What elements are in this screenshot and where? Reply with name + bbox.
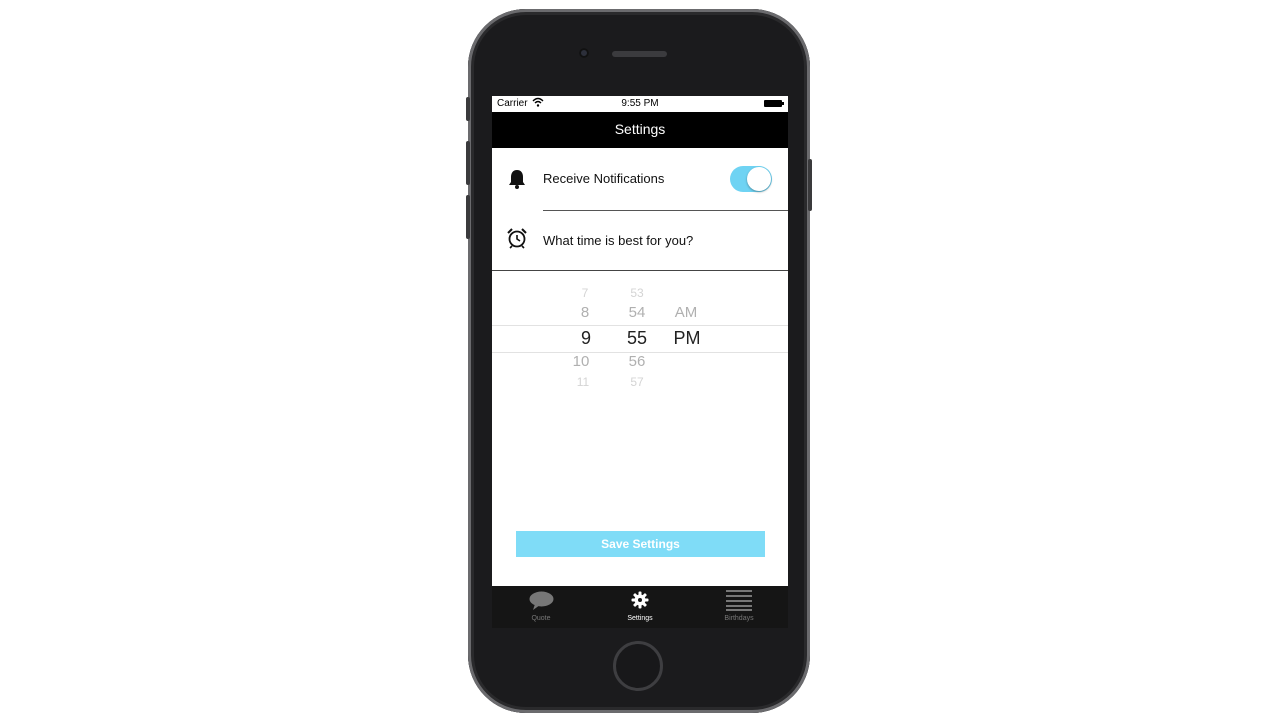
navigation-bar: Settings <box>492 112 788 148</box>
bell-icon <box>509 170 525 189</box>
picker-period-option[interactable]: AM <box>666 304 706 321</box>
home-button[interactable] <box>613 641 663 691</box>
gear-icon <box>631 591 649 609</box>
mute-switch <box>466 97 470 121</box>
volume-down-button <box>466 195 470 239</box>
picker-minute-option[interactable]: 54 <box>617 304 657 321</box>
picker-hour-option[interactable]: 8 <box>565 304 605 321</box>
app-screen: Carrier 9:55 PM Settings Receive Notific… <box>492 96 788 628</box>
tab-bar: Quote Settings Birthdays <box>492 586 788 628</box>
status-bar: Carrier 9:55 PM <box>492 96 788 112</box>
tab-settings[interactable]: Settings <box>591 586 689 628</box>
alarm-clock-icon <box>507 228 527 249</box>
picker-hour-selected[interactable]: 9 <box>566 328 606 349</box>
list-icon <box>726 590 752 611</box>
battery-icon <box>764 100 784 107</box>
picker-selection-top-line <box>492 325 788 326</box>
picker-minute-option[interactable]: 53 <box>617 286 657 300</box>
tab-quote-label: Quote <box>531 615 551 622</box>
tab-settings-label: Settings <box>627 615 653 622</box>
tab-birthdays-label: Birthdays <box>724 615 754 622</box>
picker-hour-option[interactable]: 10 <box>561 353 601 370</box>
toggle-knob <box>747 167 771 191</box>
page-title: Settings <box>614 121 666 137</box>
time-question-row: What time is best for you? <box>492 210 788 270</box>
picker-minute-option[interactable]: 56 <box>617 353 657 370</box>
picker-minute-option[interactable]: 57 <box>617 375 657 389</box>
save-settings-button[interactable]: Save Settings <box>516 531 765 557</box>
picker-hour-option[interactable]: 7 <box>565 286 605 300</box>
picker-minute-selected[interactable]: 55 <box>617 328 657 349</box>
time-picker[interactable]: 7 8 9 10 11 53 54 55 56 57 AM PM <box>492 282 788 392</box>
speech-bubble-icon <box>529 591 554 610</box>
volume-up-button <box>466 141 470 185</box>
front-camera <box>579 48 589 58</box>
notifications-label: Receive Notifications <box>543 171 665 186</box>
status-time: 9:55 PM <box>621 98 659 109</box>
picker-period-selected[interactable]: PM <box>667 328 707 349</box>
section-divider <box>492 270 788 271</box>
time-question-label: What time is best for you? <box>543 233 694 248</box>
notifications-toggle[interactable] <box>730 166 772 192</box>
earpiece-speaker <box>612 51 667 57</box>
power-button <box>808 159 812 211</box>
picker-hour-option[interactable]: 11 <box>563 375 603 389</box>
tab-quote[interactable]: Quote <box>492 586 590 628</box>
tab-birthdays[interactable]: Birthdays <box>690 586 788 628</box>
